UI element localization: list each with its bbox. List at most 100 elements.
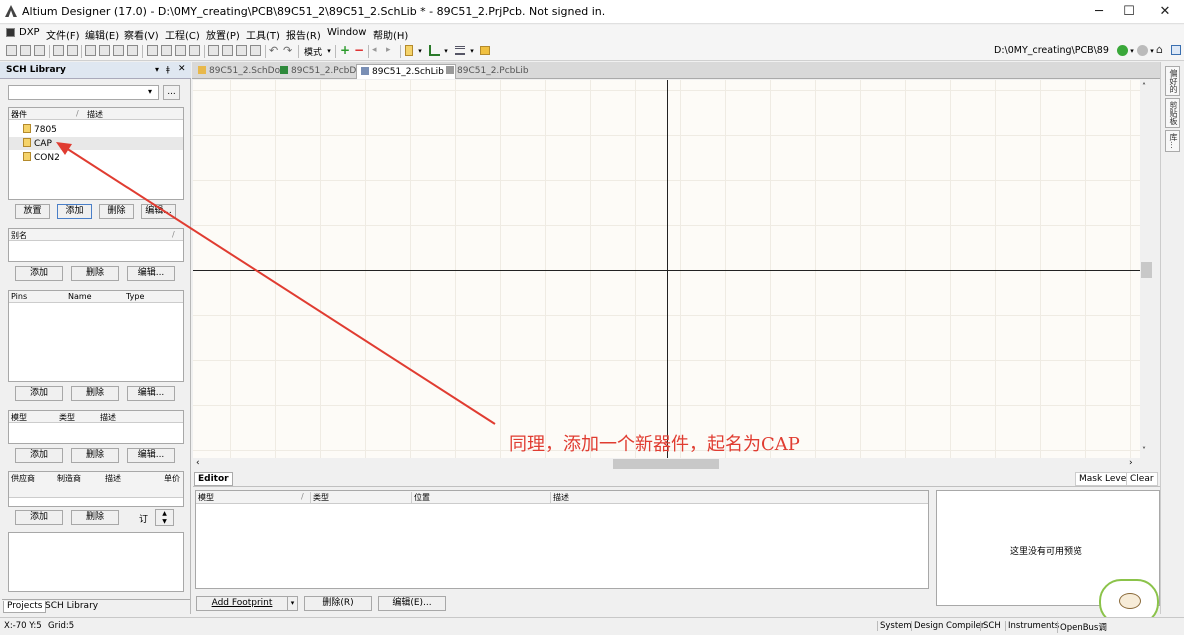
order-spinner[interactable]: ▲ ▼	[155, 509, 174, 526]
list-item[interactable]: CAP	[23, 138, 52, 149]
close-button[interactable]: ✕	[1148, 0, 1182, 24]
delete-alias-button[interactable]: 删除	[71, 266, 119, 281]
save-icon[interactable]	[34, 45, 45, 56]
tab-pcblib[interactable]: 89C51_2.PcbLib	[442, 64, 533, 79]
column-header[interactable]: 描述	[87, 109, 103, 120]
delete-model-button[interactable]: 删除(R)	[304, 596, 372, 611]
favorites-icon[interactable]	[1171, 45, 1181, 55]
cut-icon[interactable]	[147, 45, 158, 56]
scroll-right-icon[interactable]: ›	[1129, 458, 1133, 468]
menu-view[interactable]: 察看(V)	[124, 27, 159, 42]
delete-supplier-button[interactable]: 删除	[71, 510, 119, 525]
column-header[interactable]: 类型	[59, 412, 75, 423]
tab-favorites[interactable]: 偏好的	[1165, 66, 1180, 96]
clear-button[interactable]: Clear	[1126, 472, 1158, 486]
column-header[interactable]: 器件	[11, 109, 27, 120]
maximize-button[interactable]: ☐	[1112, 0, 1146, 24]
status-panel-openbus[interactable]: OpenBus调	[1057, 621, 1107, 633]
redo-icon[interactable]: ↷	[283, 44, 292, 57]
column-header[interactable]: 模型	[11, 412, 27, 423]
edit-model-button[interactable]: 编辑(E)...	[378, 596, 446, 611]
path-field[interactable]: D:\0MY_creating\PCB\89	[994, 45, 1109, 56]
menu-tools[interactable]: 工具(T)	[246, 27, 280, 42]
pin-icon[interactable]: ǂ	[166, 65, 170, 74]
go-forward-icon[interactable]	[1117, 45, 1128, 56]
search-more-button[interactable]: ...	[163, 85, 180, 100]
mask-level-button[interactable]: Mask Level	[1075, 472, 1133, 486]
edit-alias-button[interactable]: 编辑...	[127, 266, 175, 281]
move-icon[interactable]	[222, 45, 233, 56]
select-cross-icon[interactable]	[236, 45, 247, 56]
column-header[interactable]: Name	[68, 292, 92, 301]
horizontal-scrollbar[interactable]: ‹ ›	[193, 458, 1140, 470]
tab-libraries[interactable]: 库...	[1165, 130, 1180, 152]
menu-dxp[interactable]: DXP	[19, 27, 40, 38]
chart-icon[interactable]	[429, 45, 440, 56]
column-header[interactable]: 位置	[411, 492, 430, 504]
column-header[interactable]: 供应商	[11, 473, 35, 484]
rubber-stamp-icon[interactable]	[189, 45, 200, 56]
3d-icon[interactable]	[85, 45, 96, 56]
copy-icon[interactable]	[161, 45, 172, 56]
edit-model-button[interactable]: 编辑...	[127, 448, 175, 463]
vertical-scrollbar[interactable]: ˄ ˅	[1140, 80, 1153, 458]
menu-file[interactable]: 文件(F)	[46, 27, 80, 42]
menu-help[interactable]: 帮助(H)	[373, 27, 408, 42]
print-preview-icon[interactable]	[67, 45, 78, 56]
component-icon[interactable]	[405, 45, 413, 56]
open-icon[interactable]	[20, 45, 31, 56]
go-back-icon[interactable]	[1137, 45, 1148, 56]
edit-component-button[interactable]: 编辑...	[141, 204, 176, 219]
folder-icon[interactable]	[480, 46, 490, 55]
menu-project[interactable]: 工程(C)	[165, 27, 200, 42]
add-pin-button[interactable]: 添加	[15, 386, 63, 401]
status-panel-design-compiler[interactable]: Design Compiler	[911, 621, 984, 631]
close-icon[interactable]: ✕	[178, 64, 186, 74]
column-header[interactable]: 描述	[550, 492, 569, 504]
tab-schdoc[interactable]: 89C51_2.SchDoc	[194, 64, 289, 79]
place-button[interactable]: 放置	[15, 204, 50, 219]
scroll-thumb[interactable]	[1141, 262, 1152, 278]
scroll-up-icon[interactable]: ˄	[1142, 82, 1146, 91]
menu-place[interactable]: 放置(P)	[206, 27, 240, 42]
add-alias-button[interactable]: 添加	[15, 266, 63, 281]
column-header[interactable]: 描述	[100, 412, 116, 423]
zoom-fit-icon[interactable]	[99, 45, 110, 56]
zoom-in-icon[interactable]	[113, 45, 124, 56]
select-area-icon[interactable]	[208, 45, 219, 56]
new-icon[interactable]	[6, 45, 17, 56]
edit-pin-button[interactable]: 编辑...	[127, 386, 175, 401]
menu-edit[interactable]: 编辑(E)	[85, 27, 119, 42]
status-panel-sch[interactable]: SCH	[980, 621, 1001, 631]
status-panel-system[interactable]: System	[877, 621, 912, 631]
zoom-area-icon[interactable]	[127, 45, 138, 56]
delete-model-button[interactable]: 删除	[71, 448, 119, 463]
add-component-button[interactable]: 添加	[57, 204, 92, 219]
add-icon[interactable]: +	[340, 43, 350, 57]
minimize-button[interactable]: ─	[1082, 0, 1116, 24]
deselect-icon[interactable]	[250, 45, 261, 56]
column-header[interactable]: 别名	[11, 230, 27, 241]
column-header[interactable]: Pins	[11, 292, 27, 301]
search-input[interactable]: ▾	[8, 85, 159, 100]
mode-dropdown[interactable]: 模式	[304, 45, 322, 58]
delete-pin-button[interactable]: 删除	[71, 386, 119, 401]
tab-projects[interactable]: Projects	[3, 601, 47, 613]
tab-clipboard[interactable]: 剪贴板	[1165, 98, 1180, 128]
paste-icon[interactable]	[175, 45, 186, 56]
schematic-canvas[interactable]	[193, 80, 1140, 458]
status-panel-instruments[interactable]: Instruments	[1005, 621, 1059, 631]
arrow-right-icon[interactable]: ▸	[386, 45, 391, 55]
add-footprint-dropdown[interactable]: ▾	[287, 596, 298, 611]
add-footprint-button[interactable]: Add Footprint	[196, 596, 288, 611]
arrow-left-icon[interactable]: ◂	[372, 45, 377, 55]
remove-icon[interactable]: −	[354, 43, 364, 57]
menu-window[interactable]: Window	[327, 27, 366, 38]
column-header[interactable]: 制造商	[57, 473, 81, 484]
scroll-down-icon[interactable]: ˅	[1142, 446, 1146, 455]
print-icon[interactable]	[53, 45, 64, 56]
column-header[interactable]: Type	[126, 292, 144, 301]
column-header[interactable]: 类型	[310, 492, 329, 504]
home-icon[interactable]: ⌂	[1156, 43, 1163, 56]
grid-icon[interactable]	[455, 46, 465, 55]
